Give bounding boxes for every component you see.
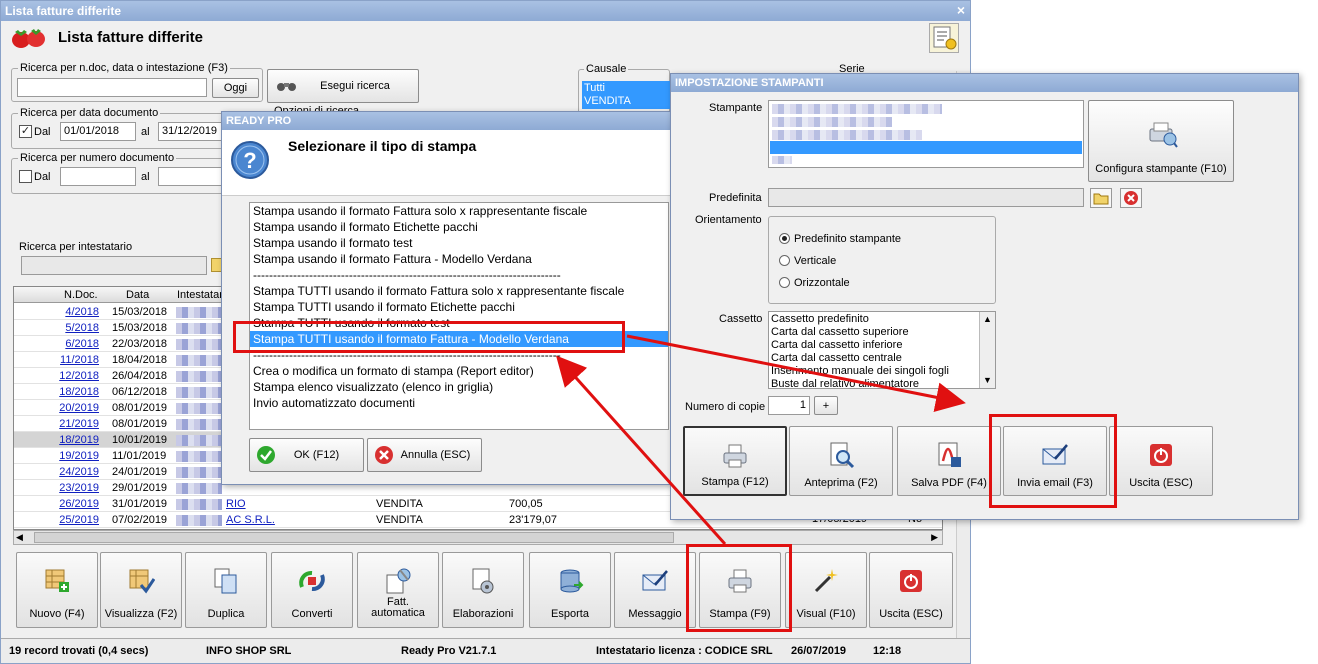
arrow-to-stampa-list <box>555 355 727 546</box>
annotation-arrows <box>555 334 966 546</box>
arrow-to-invia-email <box>626 334 966 413</box>
